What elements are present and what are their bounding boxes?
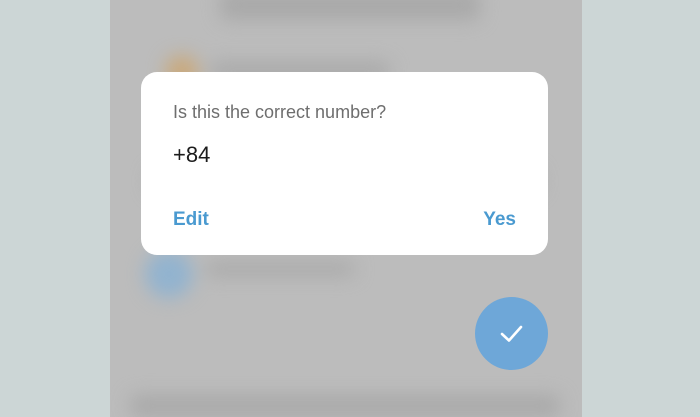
phone-number-value: +84 bbox=[173, 142, 211, 167]
check-icon bbox=[500, 325, 523, 342]
screenshot-frame: Is this the correct number? +84 Edit Yes bbox=[0, 0, 700, 417]
phone-screen: Is this the correct number? +84 Edit Yes bbox=[110, 0, 582, 417]
blurred-caption bbox=[205, 262, 355, 276]
confirm-fab-button[interactable] bbox=[475, 297, 548, 370]
blurred-header-bar bbox=[220, 0, 480, 20]
edit-button[interactable]: Edit bbox=[173, 209, 209, 231]
dialog-title: Is this the correct number? bbox=[173, 102, 387, 122]
confirm-number-dialog: Is this the correct number? +84 Edit Yes bbox=[141, 72, 548, 255]
yes-button[interactable]: Yes bbox=[483, 209, 516, 231]
blurred-bottom-bar bbox=[130, 395, 560, 417]
blurred-avatar bbox=[145, 250, 193, 298]
